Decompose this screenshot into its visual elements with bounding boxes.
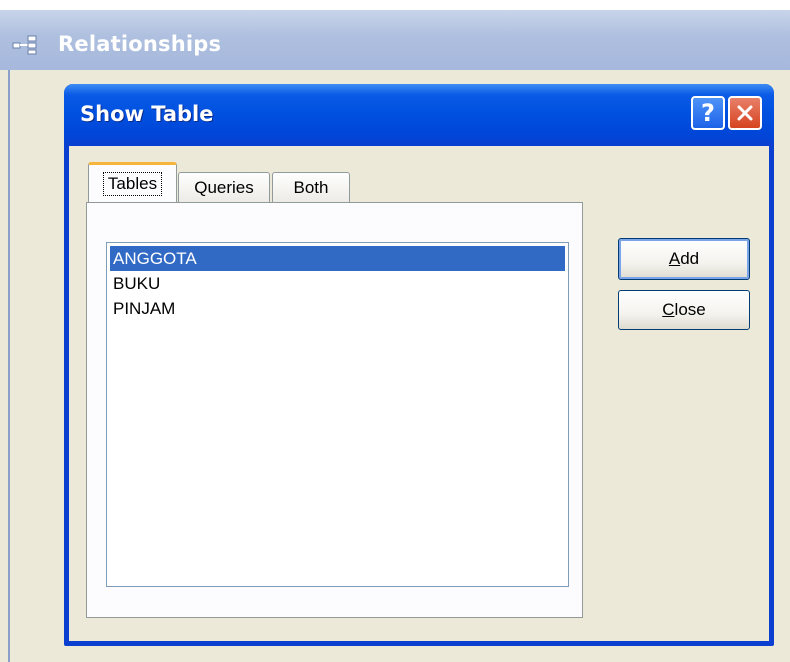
add-label-rest: dd (680, 249, 700, 268)
dialog-titlebar[interactable]: Show Table ? (64, 84, 774, 146)
relationships-titlebar[interactable]: Relationships (0, 10, 790, 70)
list-item[interactable]: PINJAM (110, 296, 565, 321)
add-mnemonic: A (668, 249, 681, 268)
add-button[interactable]: Add (618, 238, 750, 280)
close-button[interactable]: Close (618, 290, 750, 330)
relationships-title: Relationships (58, 32, 222, 56)
tab-queries[interactable]: Queries (178, 172, 270, 202)
tab-both[interactable]: Both (272, 172, 350, 202)
dialog-title: Show Table (80, 102, 214, 126)
close-icon (737, 105, 753, 121)
help-icon: ? (701, 99, 715, 127)
tab-label: Queries (194, 177, 254, 197)
tab-label: Tables (102, 171, 163, 196)
close-mnemonic: C (662, 300, 675, 319)
close-label-rest: lose (674, 300, 706, 319)
table-listbox[interactable]: ANGGOTA BUKU PINJAM (106, 242, 569, 587)
relationships-icon (12, 35, 37, 55)
tab-tables[interactable]: Tables (88, 162, 177, 202)
dialog-client-area: Tables Queries Both ANGGOTA BUKU PINJAM … (69, 146, 769, 641)
window-border (8, 70, 10, 662)
list-item[interactable]: BUKU (110, 271, 565, 296)
tab-label: Both (293, 177, 329, 197)
help-button[interactable]: ? (691, 96, 725, 130)
list-item[interactable]: ANGGOTA (110, 246, 565, 271)
show-table-dialog: Show Table ? Tables Queries Both ANGGOTA… (64, 84, 774, 646)
dialog-close-button[interactable] (728, 96, 762, 130)
